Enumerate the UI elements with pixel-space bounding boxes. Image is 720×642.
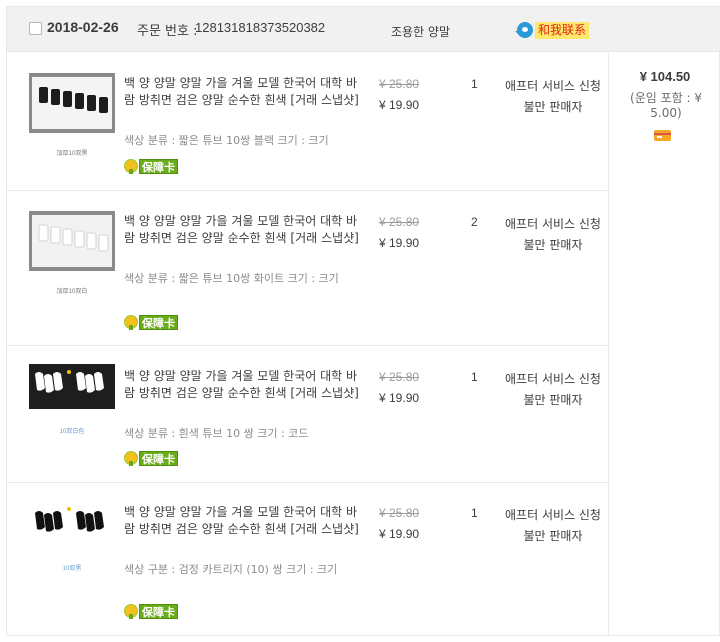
order-item: 10双黑 백 양 양말 양말 가을 겨울 모델 한국어 대학 바람 방취면 검은… (7, 483, 608, 636)
guarantee-label: 保障卡 (139, 603, 178, 619)
unit-price: ¥ 19.90 (379, 236, 420, 250)
contact-label: 和我联系 (535, 21, 590, 39)
complain-seller-link[interactable]: 불만 판매자 (501, 98, 605, 115)
order-item: 加厚10双黑 백 양 양말 양말 가을 겨울 모델 한국어 대학 바람 방취면 … (7, 53, 608, 191)
original-price: ¥ 25.80 (379, 370, 420, 384)
guarantee-label: 保障卡 (139, 450, 178, 466)
shipping-fee: (운임 포함 : ¥ 5.00) (630, 91, 702, 120)
order-item: 10双白色 백 양 양말 양말 가을 겨울 모델 한국어 대학 바람 방취면 검… (7, 346, 608, 483)
thumbnail-caption: 10双黑 (62, 566, 82, 572)
chat-bubble-icon (515, 22, 533, 38)
product-title-link[interactable]: 백 양 양말 양말 가을 겨울 모델 한국어 대학 바람 방취면 검은 양말 순… (124, 213, 364, 247)
order-total: ¥ 104.50 (639, 69, 691, 84)
complain-seller-link[interactable]: 불만 판매자 (501, 236, 605, 253)
product-spec: 색상 구분 : 검정 카트리지 (10) 쌍 크기 : 크기 (124, 563, 338, 576)
product-thumbnail[interactable] (29, 364, 115, 409)
after-sales-link[interactable]: 애프터 서비스 신청 (501, 215, 605, 232)
guarantee-icon (124, 604, 138, 619)
thumbnail-caption: 加厚10双黑 (56, 151, 88, 157)
guarantee-card-badge[interactable]: 保障卡 (124, 314, 178, 330)
original-price: ¥ 25.80 (379, 506, 420, 520)
quantity: 1 (471, 370, 478, 384)
guarantee-icon (124, 159, 138, 174)
order-item: 加厚10双白 백 양 양말 양말 가을 겨울 모델 한국어 대학 바람 방취면 … (7, 191, 608, 346)
complain-seller-link[interactable]: 불만 판매자 (501, 391, 605, 408)
unit-price: ¥ 19.90 (379, 527, 420, 541)
order-number: 128131818373520382 (195, 20, 326, 35)
guarantee-icon (124, 451, 138, 466)
unit-price: ¥ 19.90 (379, 391, 420, 405)
credit-card-icon[interactable] (654, 130, 671, 141)
product-thumbnail[interactable] (29, 501, 115, 546)
after-sales-link[interactable]: 애프터 서비스 신청 (501, 77, 605, 94)
guarantee-icon (124, 315, 138, 330)
product-title-link[interactable]: 백 양 양말 양말 가을 겨울 모델 한국어 대학 바람 방취면 검은 양말 순… (124, 368, 364, 402)
product-thumbnail[interactable] (29, 73, 115, 133)
product-thumbnail[interactable] (29, 211, 115, 271)
shop-name-link[interactable]: 조용한 양말 (391, 23, 450, 40)
product-title-link[interactable]: 백 양 양말 양말 가을 겨울 모델 한국어 대학 바람 방취면 검은 양말 순… (124, 504, 364, 538)
contact-seller-button[interactable]: 和我联系 (515, 21, 590, 39)
quantity: 1 (471, 506, 478, 520)
order-number-label: 주문 번호 : (137, 24, 198, 39)
quantity: 1 (471, 77, 478, 91)
order-card: 2018-02-26 주문 번호 : 128131818373520382 조용… (6, 6, 720, 636)
product-spec: 색상 분류 : 흰색 튜브 10 쌍 크기 : 코드 (124, 427, 309, 440)
product-spec: 색상 분류 : 짧은 튜브 10쌍 화이트 크기 : 크기 (124, 272, 339, 285)
order-date: 2018-02-26 (47, 19, 119, 35)
guarantee-label: 保障卡 (139, 158, 178, 174)
after-sales-link[interactable]: 애프터 서비스 신청 (501, 370, 605, 387)
order-checkbox[interactable] (29, 22, 42, 35)
original-price: ¥ 25.80 (379, 215, 420, 229)
product-title-link[interactable]: 백 양 양말 양말 가을 겨울 모델 한국어 대학 바람 방취면 검은 양말 순… (124, 75, 364, 109)
thumbnail-caption: 加厚10双白 (56, 289, 88, 295)
guarantee-card-badge[interactable]: 保障卡 (124, 158, 178, 174)
guarantee-label: 保障卡 (139, 314, 178, 330)
original-price: ¥ 25.80 (379, 77, 420, 91)
unit-price: ¥ 19.90 (379, 98, 420, 112)
complain-seller-link[interactable]: 불만 판매자 (501, 527, 605, 544)
quantity: 2 (471, 215, 478, 229)
thumbnail-caption: 10双白色 (59, 429, 85, 435)
after-sales-link[interactable]: 애프터 서비스 신청 (501, 506, 605, 523)
order-header: 2018-02-26 주문 번호 : 128131818373520382 조용… (7, 7, 720, 52)
product-spec: 색상 분류 : 짧은 튜브 10쌍 블랙 크기 : 크기 (124, 134, 329, 147)
order-total-column: ¥ 104.50 (운임 포함 : ¥ 5.00) (608, 53, 720, 636)
guarantee-card-badge[interactable]: 保障卡 (124, 603, 178, 619)
guarantee-card-badge[interactable]: 保障卡 (124, 450, 178, 466)
